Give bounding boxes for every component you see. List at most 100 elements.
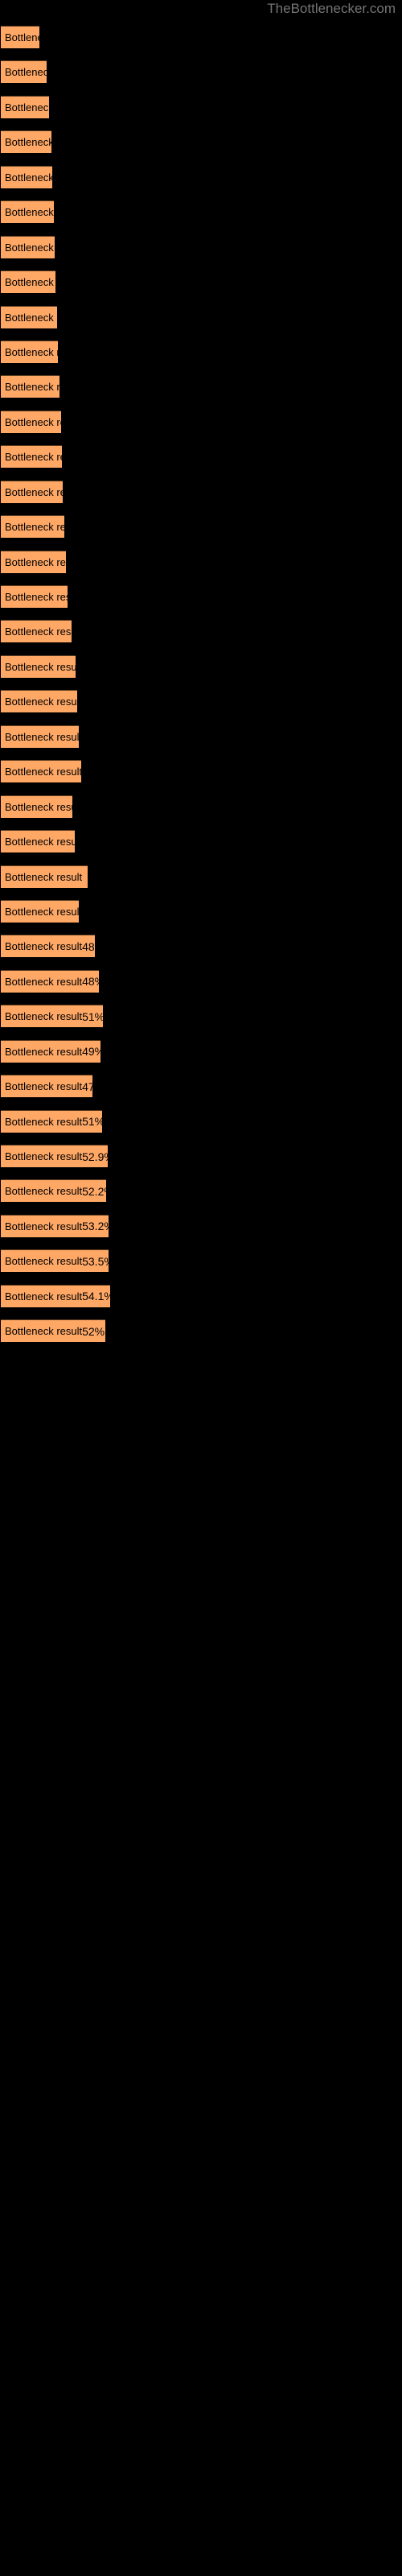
bar-label: Bottleneck result xyxy=(5,975,83,988)
site-watermark: TheBottlenecker.com xyxy=(267,1,396,16)
bar-label: Bottleneck result xyxy=(5,31,39,43)
bottleneck-bar[interactable]: Bottleneck result xyxy=(1,620,72,643)
chart-row: Bottleneck result xyxy=(0,720,402,755)
bottleneck-bar[interactable]: Bottleneck result xyxy=(1,724,79,748)
bottleneck-bar[interactable]: Bottleneck result xyxy=(1,760,81,783)
bar-label: Bottleneck result xyxy=(5,521,64,534)
bar-label: Bottleneck result xyxy=(5,206,54,219)
chart-page: TheBottlenecker.com Bottleneck resultBot… xyxy=(0,0,402,2576)
chart-row: Bottleneck result xyxy=(0,650,402,685)
bottleneck-bar[interactable]: Bottleneck result47% xyxy=(1,1075,92,1098)
bar-label: Bottleneck result xyxy=(5,555,66,568)
bottleneck-bar[interactable]: Bottleneck result xyxy=(1,830,75,853)
bottleneck-bar[interactable]: Bottleneck result xyxy=(1,340,58,363)
bar-label: Bottleneck result xyxy=(5,800,72,813)
bottleneck-bar[interactable]: Bottleneck result xyxy=(1,445,62,469)
bottleneck-bar[interactable]: Bottleneck result48% xyxy=(1,935,95,958)
chart-row: Bottleneck result xyxy=(0,266,402,300)
bottleneck-bar[interactable]: Bottleneck result xyxy=(1,165,52,188)
bar-label: Bottleneck result xyxy=(5,1115,83,1128)
bottleneck-bar[interactable]: Bottleneck result xyxy=(1,60,47,84)
chart-row: Bottleneck result xyxy=(0,685,402,720)
chart-row: Bottleneck result xyxy=(0,21,402,56)
bottleneck-bar[interactable]: Bottleneck result xyxy=(1,899,79,923)
chart-row: Bottleneck result xyxy=(0,196,402,230)
bottleneck-bar[interactable]: Bottleneck result xyxy=(1,95,49,118)
bottleneck-bar-chart: Bottleneck resultBottleneck resultBottle… xyxy=(0,21,402,1350)
bottleneck-bar[interactable]: Bottleneck result xyxy=(1,480,63,503)
bottleneck-bar[interactable]: Bottleneck result49% xyxy=(1,1039,100,1063)
bar-label: Bottleneck result xyxy=(5,241,55,254)
chart-row: Bottleneck result xyxy=(0,91,402,126)
bar-label: Bottleneck result xyxy=(5,451,62,464)
chart-row: Bottleneck result51% xyxy=(0,1000,402,1034)
bottleneck-bar[interactable]: Bottleneck result xyxy=(1,130,51,154)
bottleneck-bar[interactable]: Bottleneck result xyxy=(1,235,55,258)
bottleneck-bar[interactable]: Bottleneck result xyxy=(1,26,39,48)
chart-row: Bottleneck result xyxy=(0,580,402,615)
chart-row: Bottleneck result xyxy=(0,895,402,930)
bar-value-label: 47% xyxy=(82,1080,92,1093)
bar-label: Bottleneck result xyxy=(5,345,58,358)
bottleneck-bar[interactable]: Bottleneck result xyxy=(1,550,66,573)
chart-row: Bottleneck result xyxy=(0,755,402,790)
chart-row: Bottleneck result52.9% xyxy=(0,1140,402,1174)
bar-label: Bottleneck result xyxy=(5,171,52,184)
bottleneck-bar[interactable]: Bottleneck result52.2% xyxy=(1,1179,106,1203)
bar-value-label: 53.5% xyxy=(82,1254,109,1268)
bottleneck-bar[interactable]: Bottleneck result xyxy=(1,270,55,294)
bottleneck-bar[interactable]: Bottleneck result xyxy=(1,410,61,433)
chart-row: Bottleneck result xyxy=(0,161,402,196)
chart-row: Bottleneck result xyxy=(0,56,402,90)
bar-label: Bottleneck result xyxy=(5,1150,83,1162)
bar-label: Bottleneck result xyxy=(5,101,49,114)
chart-row: Bottleneck result52.2% xyxy=(0,1174,402,1209)
bar-value-label: 52% xyxy=(82,1324,105,1338)
bar-label: Bottleneck result xyxy=(5,766,81,778)
bottleneck-bar[interactable]: Bottleneck result54.1% xyxy=(1,1284,110,1307)
bar-label: Bottleneck result xyxy=(5,905,79,918)
bar-label: Bottleneck result xyxy=(5,1325,83,1338)
bar-label: Bottleneck result xyxy=(5,66,47,79)
chart-row: Bottleneck result xyxy=(0,476,402,510)
bottleneck-bar[interactable]: Bottleneck result51% xyxy=(1,1005,103,1028)
bottleneck-bar[interactable]: Bottleneck result51% xyxy=(1,1109,102,1133)
bottleneck-bar[interactable]: Bottleneck result xyxy=(1,375,59,398)
bar-label: Bottleneck result xyxy=(5,485,63,498)
bar-value-label: 51% xyxy=(82,1009,103,1023)
bar-label: Bottleneck result xyxy=(5,625,72,638)
bar-label: Bottleneck result xyxy=(5,381,59,394)
chart-row: Bottleneck result48% xyxy=(0,965,402,1000)
bottleneck-bar[interactable]: Bottleneck result48% xyxy=(1,969,99,993)
chart-row: Bottleneck result48% xyxy=(0,930,402,964)
bottleneck-bar[interactable]: Bottleneck result xyxy=(1,515,64,539)
bottleneck-bar[interactable]: Bottleneck result xyxy=(1,200,54,224)
chart-row: Bottleneck result47% xyxy=(0,1070,402,1104)
bottleneck-bar[interactable]: Bottleneck result xyxy=(1,585,68,608)
bar-label: Bottleneck result xyxy=(5,1045,83,1058)
bar-label: Bottleneck result xyxy=(5,1290,83,1302)
chart-row: Bottleneck result49% xyxy=(0,1035,402,1070)
chart-row: Bottleneck result xyxy=(0,231,402,266)
bottleneck-bar[interactable]: Bottleneck result52.9% xyxy=(1,1145,108,1167)
bar-value-label: 48% xyxy=(82,939,95,953)
bar-label: Bottleneck result xyxy=(5,415,61,428)
chart-row: Bottleneck result 52% xyxy=(0,1315,402,1349)
bottleneck-bar[interactable]: Bottleneck result xyxy=(1,690,77,713)
chart-row: Bottleneck result53.2% xyxy=(0,1210,402,1245)
bottleneck-bar[interactable]: Bottleneck result xyxy=(1,654,76,678)
chart-row: Bottleneck result51% xyxy=(0,1105,402,1140)
bottleneck-bar[interactable]: Bottleneck result53.2% xyxy=(1,1214,109,1237)
bottleneck-bar[interactable]: Bottleneck result xyxy=(1,865,88,888)
bottleneck-bar[interactable]: Bottleneck result xyxy=(1,795,72,818)
bar-label: Bottleneck result xyxy=(5,591,68,603)
bottleneck-bar[interactable]: Bottleneck result53.5% xyxy=(1,1249,109,1273)
chart-row: Bottleneck result xyxy=(0,510,402,545)
bottleneck-bar[interactable]: Bottleneck result xyxy=(1,305,57,328)
bar-label: Bottleneck result xyxy=(5,696,77,708)
bottleneck-bar[interactable]: Bottleneck result 52% xyxy=(1,1319,105,1343)
chart-row: Bottleneck result xyxy=(0,440,402,475)
chart-row: Bottleneck result xyxy=(0,370,402,405)
chart-row: Bottleneck result xyxy=(0,126,402,160)
bar-label: Bottleneck result xyxy=(5,1080,83,1093)
